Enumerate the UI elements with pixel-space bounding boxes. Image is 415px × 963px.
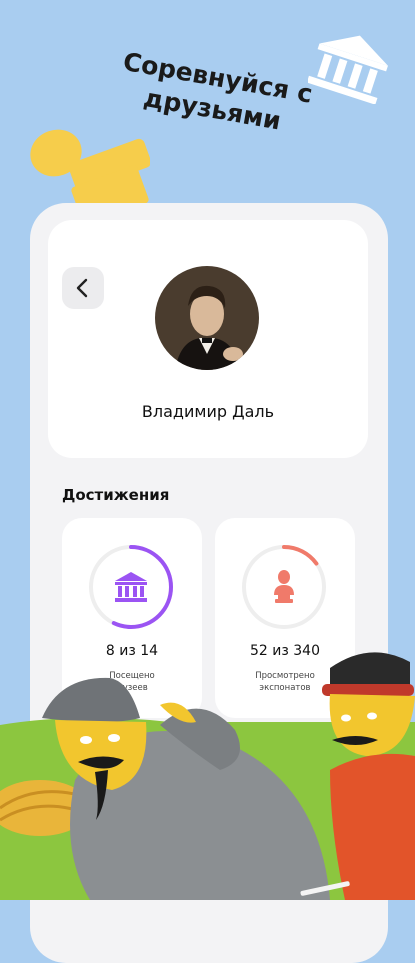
profile-name: Владимир Даль xyxy=(141,402,275,421)
achievements-title: Достижения xyxy=(62,486,170,504)
avatar xyxy=(155,266,259,370)
chevron-left-icon xyxy=(76,278,88,298)
exhibits-progress-ring xyxy=(242,545,326,629)
museums-progress-ring xyxy=(89,545,173,629)
museum-icon xyxy=(115,572,147,602)
characters-illustration xyxy=(0,652,415,900)
back-button[interactable] xyxy=(62,267,104,309)
bust-icon xyxy=(274,570,294,603)
